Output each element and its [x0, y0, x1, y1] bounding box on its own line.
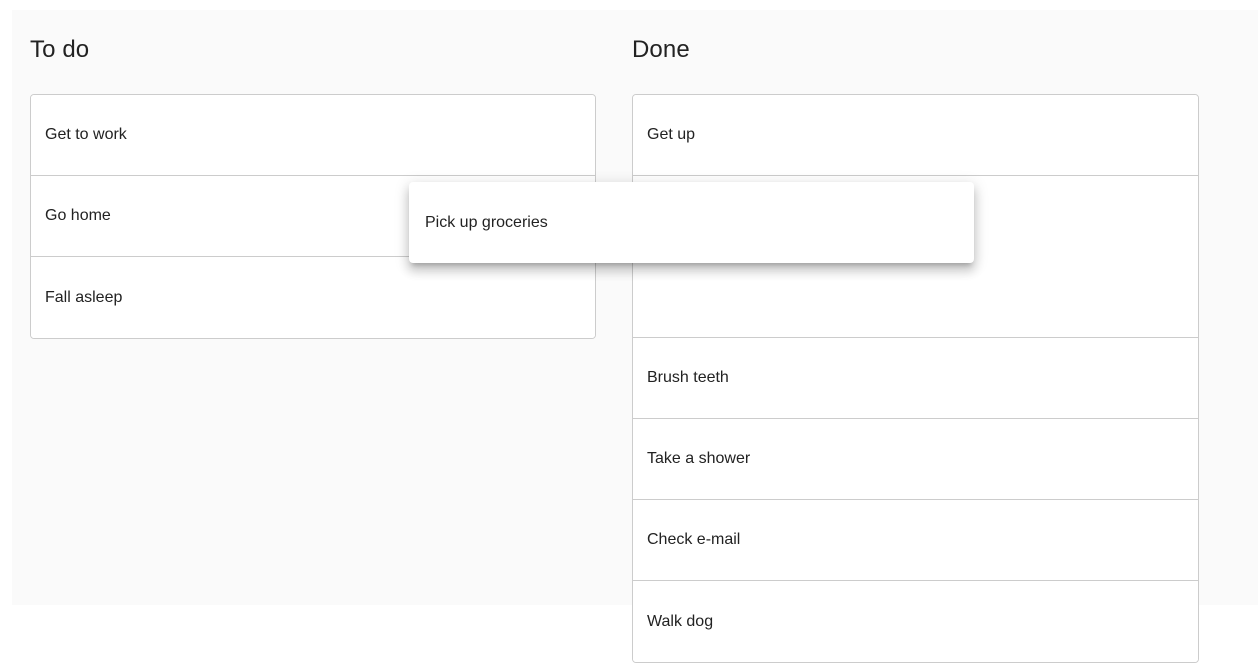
todo-column-title: To do	[30, 36, 90, 63]
done-list-item[interactable]: Check e-mail	[633, 500, 1198, 581]
done-list-item[interactable]: Brush teeth	[633, 338, 1198, 419]
done-list-item[interactable]: Get up	[633, 95, 1198, 176]
done-column-title: Done	[632, 36, 690, 63]
done-list-item[interactable]: Walk dog	[633, 581, 1198, 662]
todo-list-item[interactable]: Get to work	[31, 95, 595, 176]
done-list-item[interactable]: Take a shower	[633, 419, 1198, 500]
done-list[interactable]: Get up Brush teeth Take a shower Check e…	[632, 94, 1199, 663]
dragged-item-preview[interactable]: Pick up groceries	[409, 182, 974, 263]
todo-list-item[interactable]: Fall asleep	[31, 257, 595, 338]
drag-drop-board: To do Get to work Go home Fall asleep Do…	[12, 10, 1258, 663]
